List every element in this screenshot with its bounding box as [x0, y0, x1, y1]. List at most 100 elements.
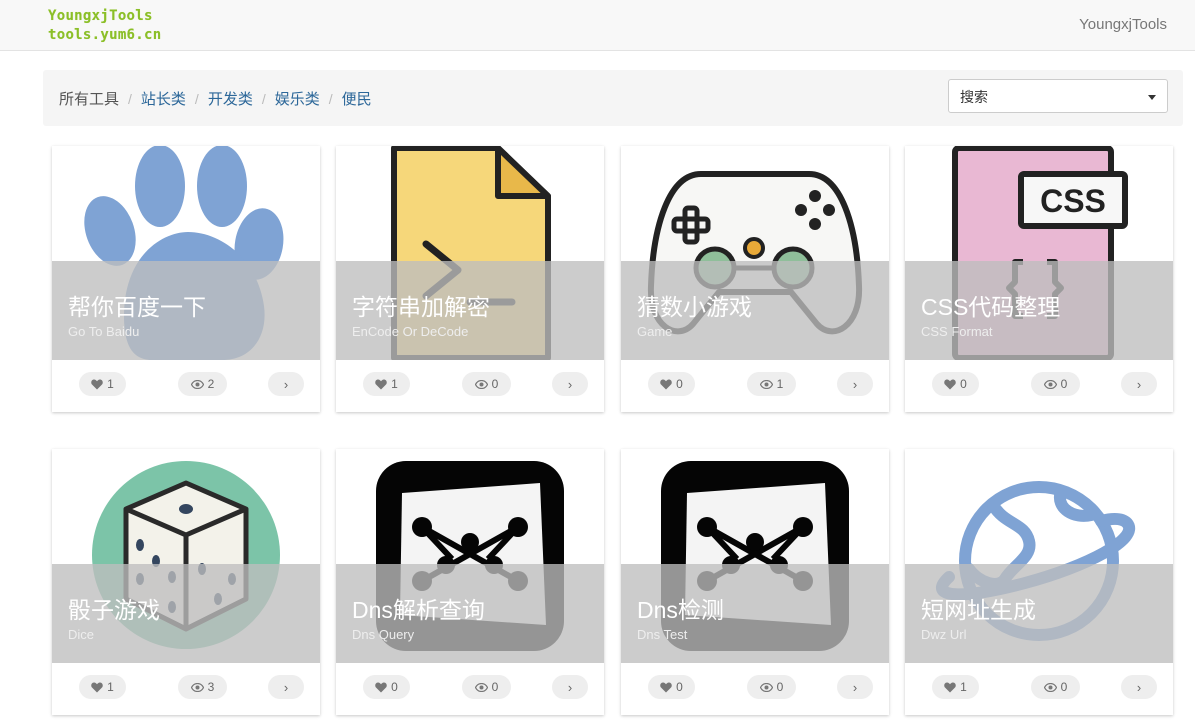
view-count: 0 — [491, 680, 499, 694]
view-count-badge: 2 — [178, 372, 227, 396]
like-button[interactable]: 1 — [79, 675, 126, 699]
view-count-badge: 1 — [747, 372, 796, 396]
breadcrumb-bar: 所有工具 / 站长类 / 开发类 / 娱乐类 / 便民 搜索 — [43, 70, 1183, 126]
breadcrumb-item-dev[interactable]: 开发类 — [208, 88, 253, 109]
breadcrumb: 所有工具 / 站长类 / 开发类 / 娱乐类 / 便民 — [59, 88, 372, 109]
eye-icon — [474, 379, 488, 389]
breadcrumb-item-webmaster[interactable]: 站长类 — [141, 88, 186, 109]
view-count-badge: 0 — [747, 675, 796, 699]
like-count: 0 — [676, 377, 683, 391]
heart-icon — [91, 379, 103, 390]
view-count: 3 — [207, 680, 215, 694]
card-actions: 0 0 › — [621, 663, 889, 715]
card-subtitle: Dns Query — [352, 627, 415, 642]
card-title[interactable]: 短网址生成 — [921, 591, 1036, 625]
eye-icon — [759, 379, 773, 389]
view-count: 0 — [1060, 377, 1068, 391]
like-button[interactable]: 1 — [932, 675, 979, 699]
like-button[interactable]: 0 — [648, 675, 695, 699]
breadcrumb-separator: / — [128, 90, 132, 107]
card-title[interactable]: CSS代码整理 — [921, 288, 1060, 322]
view-count-badge: 3 — [178, 675, 227, 699]
logo-line-1: YoungxjTools — [48, 8, 153, 24]
card-subtitle: Game — [637, 324, 673, 339]
card-actions: 1 0 › — [336, 360, 604, 412]
like-button[interactable]: 1 — [363, 372, 410, 396]
logo-line-2: tools.yum6.cn — [48, 27, 162, 43]
site-logo[interactable]: YoungxjTools tools.yum6.cn — [48, 7, 161, 45]
breadcrumb-separator: / — [328, 90, 333, 107]
heart-icon — [944, 682, 956, 693]
tool-card[interactable]: Dns检测 Dns Test 0 0 › — [621, 449, 889, 715]
card-actions: 0 1 › — [621, 360, 889, 412]
search-select[interactable]: 搜索 — [948, 79, 1168, 113]
open-tool-button[interactable]: › — [837, 675, 873, 699]
breadcrumb-separator: / — [194, 90, 199, 107]
eye-icon — [759, 682, 773, 692]
view-count: 0 — [491, 377, 499, 391]
nav-brand-link[interactable]: YoungxjTools — [1079, 16, 1167, 33]
card-subtitle: Dice — [68, 627, 95, 642]
open-tool-button[interactable]: › — [552, 372, 588, 396]
eye-icon — [474, 682, 488, 692]
tool-card[interactable]: CSS CSS代码整理 CSS Format 0 0 › — [905, 146, 1173, 412]
card-title[interactable]: 猜数小游戏 — [637, 288, 752, 322]
card-title[interactable]: 骰子游戏 — [68, 591, 160, 625]
like-button[interactable]: 0 — [363, 675, 410, 699]
view-count-badge: 0 — [1031, 675, 1080, 699]
tool-card[interactable]: 帮你百度一下 Go To Baidu 1 2 › — [52, 146, 320, 412]
card-actions: 1 3 › — [52, 663, 320, 715]
breadcrumb-item-fun[interactable]: 娱乐类 — [275, 88, 320, 109]
card-subtitle: Go To Baidu — [68, 324, 140, 339]
open-tool-button[interactable]: › — [552, 675, 588, 699]
card-title[interactable]: 帮你百度一下 — [68, 288, 206, 322]
tool-card[interactable]: 短网址生成 Dwz Url 1 0 › — [905, 449, 1173, 715]
view-count-badge: 0 — [462, 675, 511, 699]
heart-icon — [91, 682, 103, 693]
like-button[interactable]: 0 — [932, 372, 979, 396]
card-title[interactable]: Dns检测 — [637, 591, 724, 625]
eye-icon — [190, 379, 204, 389]
like-count: 1 — [107, 377, 114, 391]
card-subtitle: Dns Test — [637, 627, 688, 642]
like-count: 0 — [391, 680, 398, 694]
like-count: 0 — [960, 377, 967, 391]
open-tool-button[interactable]: › — [268, 372, 304, 396]
like-button[interactable]: 0 — [648, 372, 695, 396]
view-count: 2 — [207, 377, 215, 391]
eye-icon — [1043, 379, 1057, 389]
breadcrumb-item-convenience[interactable]: 便民 — [342, 88, 372, 109]
card-title[interactable]: 字符串加解密 — [352, 288, 490, 322]
like-count: 1 — [960, 680, 967, 694]
open-tool-button[interactable]: › — [837, 372, 873, 396]
view-count-badge: 0 — [462, 372, 511, 396]
like-button[interactable]: 1 — [79, 372, 126, 396]
card-title[interactable]: Dns解析查询 — [352, 591, 485, 625]
like-count: 1 — [107, 680, 114, 694]
search-select-label: 搜索 — [960, 89, 988, 105]
view-count: 0 — [776, 680, 784, 694]
card-actions: 1 0 › — [905, 663, 1173, 715]
svg-text:CSS: CSS — [1040, 183, 1106, 219]
like-count: 0 — [676, 680, 683, 694]
open-tool-button[interactable]: › — [268, 675, 304, 699]
open-tool-button[interactable]: › — [1121, 372, 1157, 396]
tool-card[interactable]: 字符串加解密 EnCode Or DeCode 1 0 › — [336, 146, 604, 412]
breadcrumb-item-all[interactable]: 所有工具 — [59, 88, 119, 109]
tool-card[interactable]: Dns解析查询 Dns Query 0 0 › — [336, 449, 604, 715]
tool-card[interactable]: 猜数小游戏 Game 0 1 › — [621, 146, 889, 412]
card-subtitle: Dwz Url — [921, 627, 967, 642]
heart-icon — [375, 379, 387, 390]
card-actions: 1 2 › — [52, 360, 320, 412]
card-subtitle: EnCode Or DeCode — [352, 324, 469, 339]
view-count-badge: 0 — [1031, 372, 1080, 396]
heart-icon — [660, 682, 672, 693]
open-tool-button[interactable]: › — [1121, 675, 1157, 699]
top-navbar: YoungxjTools tools.yum6.cn YoungxjTools — [0, 0, 1195, 51]
tool-card[interactable]: 骰子游戏 Dice 1 3 › — [52, 449, 320, 715]
eye-icon — [190, 682, 204, 692]
view-count: 0 — [1060, 680, 1068, 694]
breadcrumb-separator: / — [261, 90, 266, 107]
heart-icon — [660, 379, 672, 390]
card-subtitle: CSS Format — [921, 324, 993, 339]
